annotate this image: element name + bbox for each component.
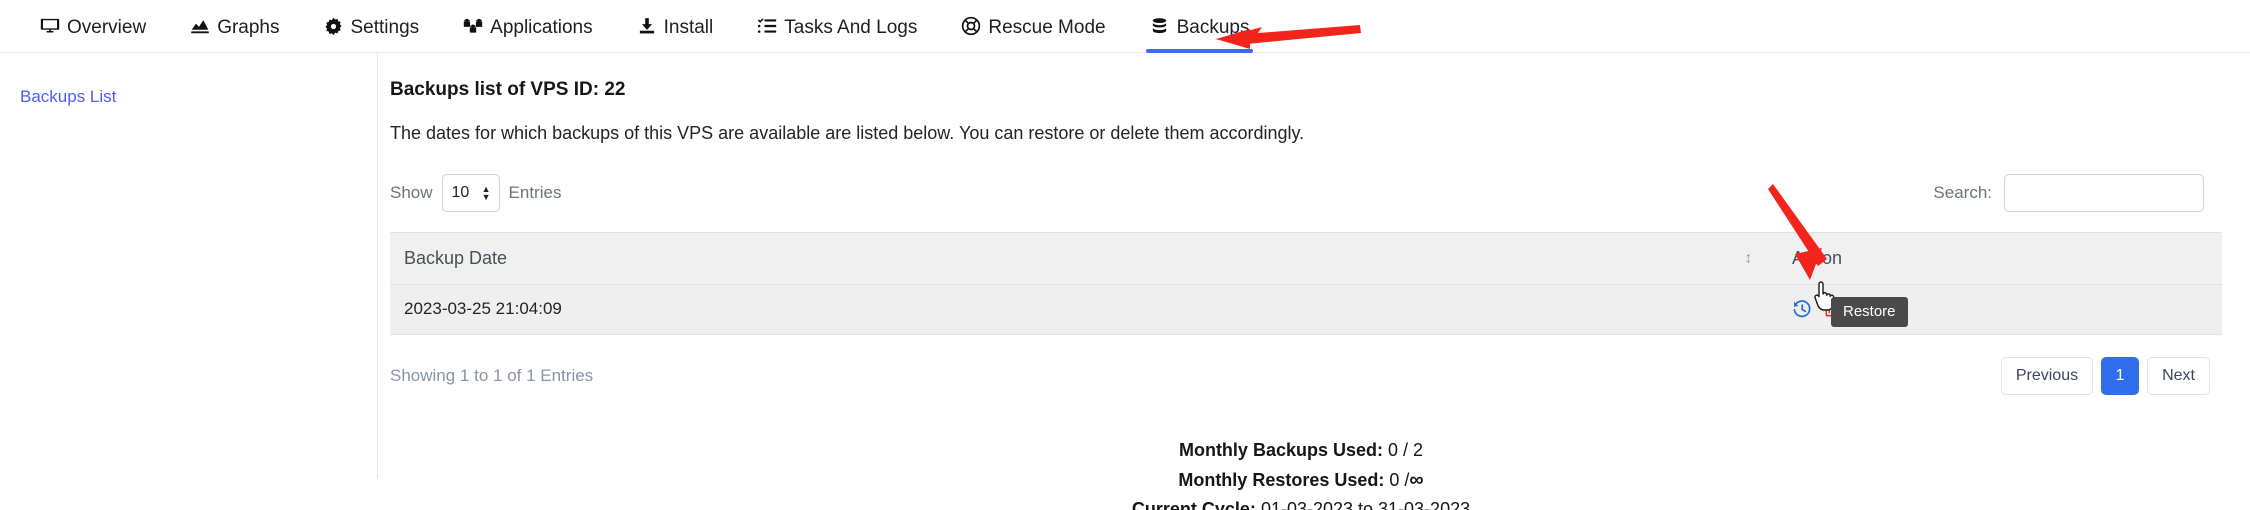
table-row: 2023-03-25 21:04:09 <box>390 284 2222 335</box>
gear-icon <box>324 16 344 36</box>
table-body: 2023-03-25 21:04:09 <box>390 284 2222 335</box>
chevron-updown-icon: ▲ ▼ <box>481 183 491 202</box>
nav-tab-label: Applications <box>490 16 593 38</box>
restore-button[interactable] <box>1792 299 1812 319</box>
summary-line-current-cycle: Current Cycle: 01-03-2023 to 31-03-2023 <box>390 496 2212 510</box>
page-title: Backups list of VPS ID: 22 <box>390 79 626 100</box>
nav-tab-backups[interactable]: Backups <box>1128 0 1272 53</box>
restores-used-value: 0 / <box>1389 469 1410 490</box>
nav-tab-settings[interactable]: Settings <box>302 0 442 52</box>
pagination: Previous 1 Next <box>2000 356 2210 395</box>
nav-tab-label: Graphs <box>217 16 280 38</box>
entries-per-page-select[interactable]: 10 ▲ ▼ <box>441 173 500 212</box>
table-controls: Show 10 ▲ ▼ Entries Search: <box>390 173 2222 212</box>
restore-tooltip: Restore <box>1831 297 1908 327</box>
backups-used-label: Monthly Backups Used: <box>1178 439 1383 460</box>
backups-table: Backup Date ↕ Action 2023-03-25 21:04:09 <box>390 231 2222 335</box>
pagination-page-1-button[interactable]: 1 <box>2101 356 2140 395</box>
column-header-action: Action <box>1770 231 2222 285</box>
summary-line-backups-used: Monthly Backups Used: 0 / 2 <box>390 437 2212 465</box>
showing-entries-text: Showing 1 to 1 of 1 Entries <box>390 365 594 385</box>
nav-tab-label: Tasks And Logs <box>784 16 918 38</box>
entries-label: Entries <box>508 182 562 202</box>
nav-tab-label: Overview <box>67 16 147 38</box>
page-root: Overview Graphs Settings Applications In… <box>0 0 2250 510</box>
nav-tab-tasks-and-logs[interactable]: Tasks And Logs <box>735 0 939 52</box>
pagination-next-button[interactable]: Next <box>2147 356 2210 395</box>
table-head: Backup Date ↕ Action <box>390 231 2222 285</box>
infinity-symbol: ∞ <box>1409 468 1424 491</box>
search-label: Search: <box>1933 182 1992 202</box>
search-control: Search: <box>1933 173 2204 212</box>
nav-tab-applications[interactable]: Applications <box>441 0 614 52</box>
entries-select-value: 10 <box>451 183 470 201</box>
column-header-label: Backup Date <box>404 247 508 268</box>
cell-backup-date: 2023-03-25 21:04:09 <box>390 284 1770 335</box>
show-entries-control: Show 10 ▲ ▼ Entries <box>390 173 562 212</box>
nav-tab-overview[interactable]: Overview <box>18 0 168 52</box>
nav-tab-graphs[interactable]: Graphs <box>168 0 301 52</box>
sidebar-item-backups-list[interactable]: Backups List <box>0 87 377 107</box>
column-header-backup-date[interactable]: Backup Date ↕ <box>390 231 1770 285</box>
nav-tab-label: Backups <box>1176 16 1250 38</box>
download-icon <box>637 16 657 36</box>
summary-line-restores-used: Monthly Restores Used: 0 /∞ <box>390 465 2212 496</box>
clock-rotate-left-icon <box>1792 299 1812 319</box>
boxes-icon <box>463 16 483 36</box>
pagination-previous-button[interactable]: Previous <box>2000 356 2094 395</box>
list-check-icon <box>757 16 777 36</box>
search-input[interactable] <box>2004 173 2204 212</box>
page-description: The dates for which backups of this VPS … <box>390 122 1305 143</box>
table-footer: Showing 1 to 1 of 1 Entries Previous 1 N… <box>390 356 2222 395</box>
column-header-label: Action <box>1792 247 1843 268</box>
main-navigation: Overview Graphs Settings Applications In… <box>0 0 2250 53</box>
main-content: Backups list of VPS ID: 22 The dates for… <box>378 53 2250 510</box>
current-cycle-value: 01-03-2023 to 31-03-2023 <box>1260 498 1471 510</box>
nav-tab-label: Rescue Mode <box>988 16 1106 38</box>
nav-tab-install[interactable]: Install <box>615 0 736 52</box>
backup-summary: Monthly Backups Used: 0 / 2 Monthly Rest… <box>390 437 2212 510</box>
sidebar-item-label: Backups List <box>20 87 117 106</box>
chart-area-icon <box>190 16 210 36</box>
life-ring-icon <box>961 16 981 36</box>
restores-used-label: Monthly Restores Used: <box>1178 469 1385 490</box>
nav-tab-label: Settings <box>350 16 420 38</box>
sort-arrows-icon[interactable]: ↕ <box>1745 251 1753 266</box>
database-icon <box>1150 16 1170 36</box>
table-header-row: Backup Date ↕ Action <box>390 231 2222 285</box>
nav-tab-rescue-mode[interactable]: Rescue Mode <box>939 0 1127 52</box>
display-icon <box>40 16 60 36</box>
show-label: Show <box>390 182 433 202</box>
backups-used-value: 0 / 2 <box>1388 439 1424 460</box>
sidebar: Backups List <box>0 53 378 478</box>
current-cycle-label: Current Cycle: <box>1131 498 1256 510</box>
nav-tab-label: Install <box>663 16 714 38</box>
